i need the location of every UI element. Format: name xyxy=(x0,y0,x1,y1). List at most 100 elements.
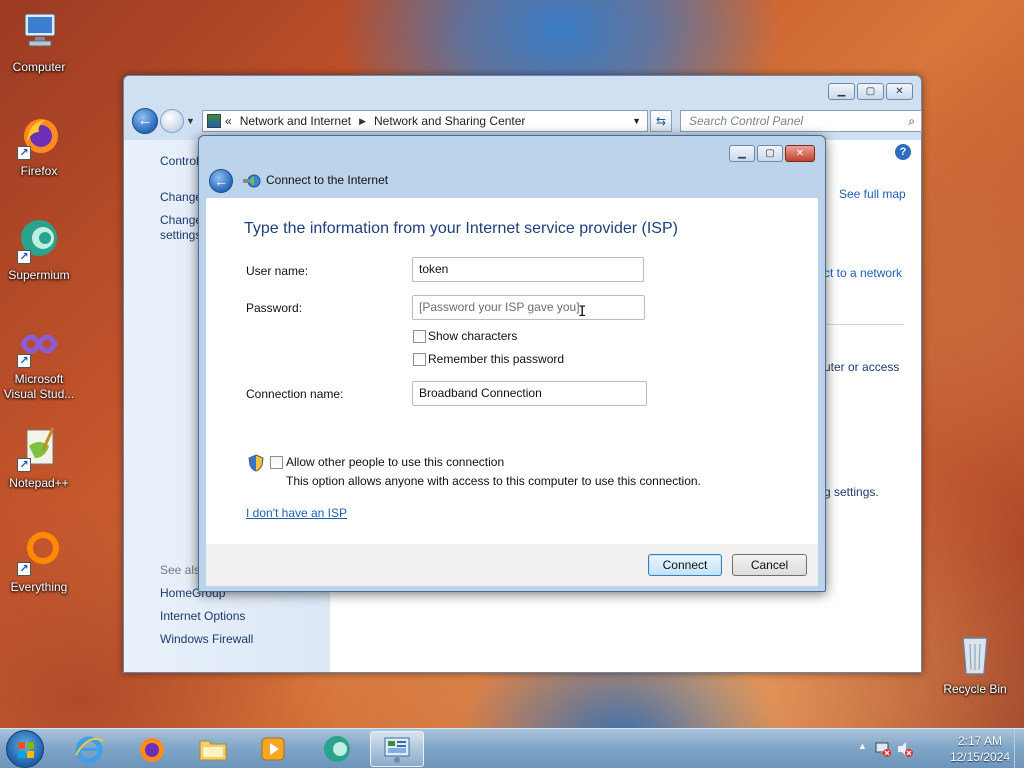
router-access-text: uter or access xyxy=(824,360,900,374)
control-panel-taskbar-icon xyxy=(384,737,410,763)
clock-time: 2:17 AM xyxy=(957,734,1002,748)
desktop-icon-visual-studio[interactable]: ↗ Microsoft Visual Stud... xyxy=(1,320,77,402)
desktop-label-visual-studio: Microsoft Visual Stud... xyxy=(3,372,75,401)
taskbar-internet-explorer[interactable] xyxy=(62,731,116,767)
dialog-window-controls: ▁ ▢ ✕ xyxy=(729,145,815,162)
uac-shield-icon xyxy=(248,454,264,472)
breadcrumb-separator-icon[interactable]: ▶ xyxy=(359,116,366,127)
dialog-back-button[interactable]: ← xyxy=(209,169,233,193)
show-desktop-button[interactable] xyxy=(1014,729,1024,768)
connect-to-network-link[interactable]: ct to a network xyxy=(824,266,902,280)
maximize-button[interactable]: ▢ xyxy=(857,83,884,100)
folder-icon xyxy=(199,740,227,761)
left-pane-control-panel-home[interactable]: Control xyxy=(160,154,199,168)
show-characters-label[interactable]: Show characters xyxy=(428,329,517,343)
desktop-icon-notepadpp[interactable]: ↗ Notepad++ xyxy=(1,424,77,491)
desktop-label-recycle-bin: Recycle Bin xyxy=(943,682,1007,696)
divider xyxy=(824,324,904,325)
desktop-icon-firefox[interactable]: ↗ Firefox xyxy=(1,112,77,179)
connect-button[interactable]: Connect xyxy=(648,554,722,576)
taskbar: ▲ 2:17 AM 12/15/2024 xyxy=(0,728,1024,768)
taskbar-supermium[interactable] xyxy=(310,731,364,767)
help-icon[interactable]: ? xyxy=(895,144,911,160)
connection-name-label: Connection name: xyxy=(246,387,344,401)
dialog-maximize-button[interactable]: ▢ xyxy=(757,145,783,162)
firefox-taskbar-icon xyxy=(140,738,164,762)
control-panel-icon xyxy=(207,114,221,128)
no-isp-link[interactable]: I don't have an ISP xyxy=(246,506,347,520)
back-button[interactable]: ← xyxy=(132,108,158,134)
cancel-button[interactable]: Cancel xyxy=(732,554,807,576)
shortcut-arrow-icon: ↗ xyxy=(17,458,31,472)
recent-pages-dropdown[interactable]: ▼ xyxy=(186,116,198,126)
everything-icon: ↗ xyxy=(15,528,63,576)
search-input[interactable]: Search Control Panel ⌕ xyxy=(680,110,922,132)
desktop-icon-supermium[interactable]: ↗ Supermium xyxy=(1,216,77,283)
see-full-map-link[interactable]: See full map xyxy=(839,187,906,201)
volume-muted-icon[interactable] xyxy=(896,740,914,758)
left-pane-settings[interactable]: settings xyxy=(160,228,201,242)
remember-password-checkbox[interactable] xyxy=(413,353,426,366)
breadcrumb-prefix[interactable]: « xyxy=(225,114,232,128)
password-label: Password: xyxy=(246,301,303,315)
dialog-minimize-button[interactable]: ▁ xyxy=(729,145,755,162)
desktop-icon-everything[interactable]: ↗ Everything xyxy=(1,528,77,595)
notepadpp-icon: ↗ xyxy=(15,424,63,472)
taskbar-firefox[interactable] xyxy=(124,731,178,767)
navigation-bar: ← ▼ « Network and Internet ▶ Network and… xyxy=(132,107,922,135)
firefox-icon: ↗ xyxy=(15,112,63,160)
breadcrumb-network-and-internet[interactable]: Network and Internet xyxy=(240,114,351,128)
allow-others-label[interactable]: Allow other people to use this connectio… xyxy=(286,455,504,469)
remember-password-label[interactable]: Remember this password xyxy=(428,352,564,366)
connection-name-input[interactable]: Broadband Connection xyxy=(412,381,647,406)
refresh-button[interactable]: ⇆ xyxy=(650,110,672,132)
supermium-icon: ↗ xyxy=(15,216,63,264)
breadcrumb-network-sharing-center[interactable]: Network and Sharing Center xyxy=(374,114,525,128)
desktop-label-everything: Everything xyxy=(10,580,68,594)
shortcut-arrow-icon: ↗ xyxy=(17,562,31,576)
username-input[interactable]: token xyxy=(412,257,644,282)
network-connection-icon xyxy=(243,174,261,188)
see-also-windows-firewall[interactable]: Windows Firewall xyxy=(160,632,253,646)
minimize-button[interactable]: ▁ xyxy=(828,83,855,100)
network-status-icon[interactable] xyxy=(874,740,892,758)
taskbar-control-panel[interactable] xyxy=(370,731,424,767)
address-dropdown-icon[interactable]: ▼ xyxy=(632,116,641,126)
clock[interactable]: 2:17 AM 12/15/2024 xyxy=(950,733,1010,765)
text-cursor-icon: I xyxy=(578,304,587,320)
desktop-label-notepadpp: Notepad++ xyxy=(9,476,69,490)
connect-to-internet-dialog: ▁ ▢ ✕ ← Connect to the Internet Type the… xyxy=(198,135,826,592)
password-input[interactable]: [Password your ISP gave you] xyxy=(412,295,645,320)
windows-logo-icon xyxy=(18,742,34,758)
taskbar-file-explorer[interactable] xyxy=(186,731,240,767)
see-also-internet-options[interactable]: Internet Options xyxy=(160,609,245,623)
allow-others-checkbox[interactable] xyxy=(270,456,283,469)
desktop-label-supermium: Supermium xyxy=(8,268,70,282)
shortcut-arrow-icon: ↗ xyxy=(17,146,31,160)
media-player-icon xyxy=(261,737,285,761)
dialog-footer: Connect Cancel xyxy=(206,544,818,586)
username-label: User name: xyxy=(246,264,309,278)
shortcut-arrow-icon: ↗ xyxy=(17,250,31,264)
supermium-taskbar-icon xyxy=(324,736,350,762)
search-placeholder: Search Control Panel xyxy=(689,114,804,128)
left-pane-change-sharing[interactable]: Change xyxy=(160,213,202,227)
shortcut-arrow-icon: ↗ xyxy=(17,354,31,368)
forward-button[interactable] xyxy=(160,109,184,133)
search-icon[interactable]: ⌕ xyxy=(908,114,915,129)
address-bar[interactable]: « Network and Internet ▶ Network and Sha… xyxy=(202,110,648,132)
show-characters-checkbox[interactable] xyxy=(413,330,426,343)
start-button[interactable] xyxy=(6,730,44,768)
left-pane-change-adapter[interactable]: Change xyxy=(160,190,202,204)
dialog-body: Type the information from your Internet … xyxy=(206,198,818,544)
clock-date: 12/15/2024 xyxy=(949,750,1010,764)
close-button[interactable]: ✕ xyxy=(886,83,913,100)
dialog-title: Connect to the Internet xyxy=(266,173,389,187)
window-controls: ▁ ▢ ✕ xyxy=(828,83,913,100)
dialog-close-button[interactable]: ✕ xyxy=(785,145,815,162)
taskbar-media-player[interactable] xyxy=(246,731,300,767)
show-hidden-icons-icon[interactable]: ▲ xyxy=(858,741,867,751)
dialog-heading: Type the information from your Internet … xyxy=(244,220,678,237)
desktop-icon-recycle-bin[interactable]: Recycle Bin xyxy=(937,630,1013,697)
desktop-icon-computer[interactable]: Computer xyxy=(1,8,77,75)
